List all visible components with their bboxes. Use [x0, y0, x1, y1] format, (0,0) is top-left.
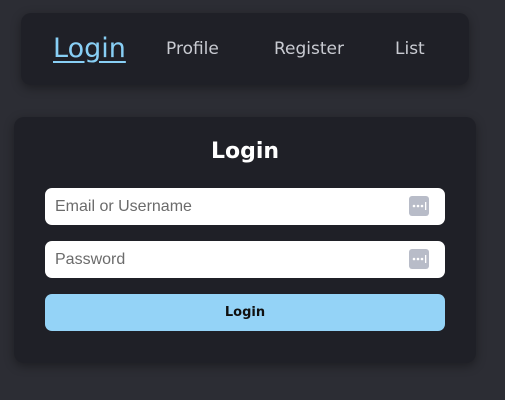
nav-link-register[interactable]: Register — [274, 13, 344, 85]
username-input[interactable] — [45, 188, 405, 225]
password-field[interactable] — [45, 241, 445, 278]
password-manager-icon[interactable] — [409, 196, 429, 216]
password-manager-icon[interactable] — [409, 249, 429, 269]
nav-link-list[interactable]: List — [395, 13, 425, 85]
nav-link-profile[interactable]: Profile — [166, 13, 219, 85]
login-title: Login — [210, 139, 280, 164]
login-card: Login Login — [14, 117, 476, 363]
username-field[interactable] — [45, 188, 445, 225]
password-input[interactable] — [45, 241, 405, 278]
top-nav: Login Profile Register List — [21, 13, 469, 85]
login-button[interactable]: Login — [45, 294, 445, 331]
nav-link-login[interactable]: Login — [53, 13, 126, 85]
